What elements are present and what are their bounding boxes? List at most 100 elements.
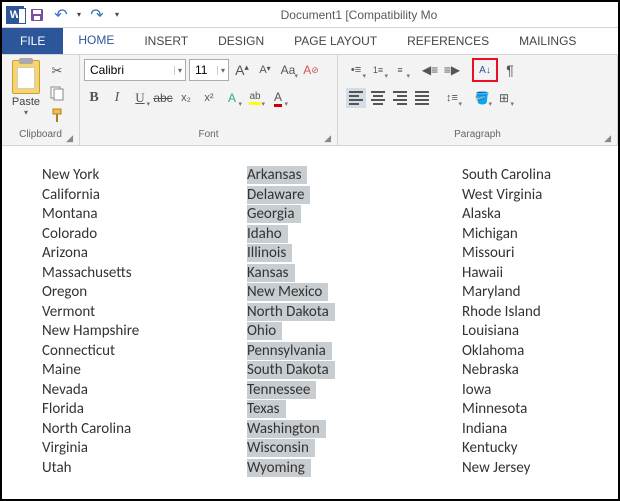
text-line[interactable]: Maryland	[462, 283, 551, 303]
text-line[interactable]: New York	[42, 166, 247, 186]
text-line[interactable]: Ohio	[247, 322, 462, 342]
show-hide-button[interactable]: ¶	[500, 60, 520, 80]
text-line[interactable]: Tennessee	[247, 381, 462, 401]
text-line[interactable]: Pennsylvania	[247, 342, 462, 362]
italic-button[interactable]: I	[107, 88, 127, 108]
text-line[interactable]: Wisconsin	[247, 439, 462, 459]
text-line[interactable]: North Dakota	[247, 303, 462, 323]
grow-font-button[interactable]: A▴	[232, 60, 252, 80]
text-line[interactable]: South Dakota	[247, 361, 462, 381]
borders-button[interactable]: ⊞▾	[494, 88, 514, 108]
tab-design[interactable]: DESIGN	[203, 28, 279, 54]
paste-button[interactable]: Paste ▾	[6, 58, 46, 117]
text-line[interactable]: Maine	[42, 361, 247, 381]
text-line[interactable]: Georgia	[247, 205, 462, 225]
launcher-icon[interactable]: ◢	[324, 133, 331, 144]
text-line[interactable]: Utah	[42, 459, 247, 479]
text-line[interactable]: North Carolina	[42, 420, 247, 440]
text-line[interactable]: Arkansas	[247, 166, 462, 186]
qat-customize-icon[interactable]: ▾	[110, 5, 124, 25]
text-line[interactable]: Montana	[42, 205, 247, 225]
text-line[interactable]: Virginia	[42, 439, 247, 459]
underline-button[interactable]: U▾	[130, 88, 150, 108]
text-line[interactable]: Michigan	[462, 225, 551, 245]
text-line[interactable]: Washington	[247, 420, 462, 440]
launcher-icon[interactable]: ◢	[66, 133, 73, 144]
text-line[interactable]: Hawaii	[462, 264, 551, 284]
text-line[interactable]: Illinois	[247, 244, 462, 264]
text-line[interactable]: Delaware	[247, 186, 462, 206]
text-line[interactable]: California	[42, 186, 247, 206]
bullets-button[interactable]: •≡▾	[346, 60, 366, 80]
increase-indent-button[interactable]: ≡▶	[442, 60, 462, 80]
text-line[interactable]: West Virginia	[462, 186, 551, 206]
font-name-combo[interactable]: Calibri▾	[84, 59, 186, 81]
text-line[interactable]: Texas	[247, 400, 462, 420]
text-line[interactable]: Connecticut	[42, 342, 247, 362]
align-left-button[interactable]	[346, 88, 366, 108]
text-line[interactable]: Massachusetts	[42, 264, 247, 284]
text-line[interactable]: Louisiana	[462, 322, 551, 342]
text-line[interactable]: Kansas	[247, 264, 462, 284]
tab-mailings[interactable]: MAILINGS	[504, 28, 591, 54]
text-line[interactable]: New Hampshire	[42, 322, 247, 342]
shading-button[interactable]: 🪣▾	[472, 88, 492, 108]
text-line[interactable]: Alaska	[462, 205, 551, 225]
text-line[interactable]: Oregon	[42, 283, 247, 303]
font-size-combo[interactable]: 11▾	[189, 59, 229, 81]
text-line[interactable]: Colorado	[42, 225, 247, 245]
undo-dropdown-icon[interactable]: ▾	[74, 5, 84, 25]
text-line[interactable]: Missouri	[462, 244, 551, 264]
format-painter-icon[interactable]	[48, 106, 66, 124]
cut-icon[interactable]: ✂	[48, 62, 66, 80]
subscript-button[interactable]: x₂	[176, 88, 196, 108]
justify-button[interactable]	[412, 88, 432, 108]
tab-page-layout[interactable]: PAGE LAYOUT	[279, 28, 392, 54]
text-effects-button[interactable]: A▾	[222, 88, 242, 108]
sort-button[interactable]: A↓	[472, 58, 498, 82]
text-line[interactable]: Nebraska	[462, 361, 551, 381]
group-label-paragraph: Paragraph◢	[342, 129, 613, 145]
decrease-indent-button[interactable]: ◀≡	[420, 60, 440, 80]
tab-references[interactable]: REFERENCES	[392, 28, 504, 54]
text-line[interactable]: Idaho	[247, 225, 462, 245]
text-line[interactable]: Florida	[42, 400, 247, 420]
undo-icon[interactable]: ↶	[50, 5, 72, 25]
text-line[interactable]: South Carolina	[462, 166, 551, 186]
text-line[interactable]: Oklahoma	[462, 342, 551, 362]
redo-icon[interactable]: ↷	[86, 5, 108, 25]
clear-formatting-button[interactable]: A⊘	[301, 60, 321, 80]
bold-button[interactable]: B	[84, 88, 104, 108]
line-spacing-button[interactable]: ↕≡▾	[442, 88, 462, 108]
text-line[interactable]: Nevada	[42, 381, 247, 401]
tab-insert[interactable]: INSERT	[129, 28, 203, 54]
copy-icon[interactable]	[48, 84, 66, 102]
strikethrough-button[interactable]: abc	[153, 88, 173, 108]
tab-home[interactable]: HOME	[63, 28, 129, 54]
document-body[interactable]: New YorkCaliforniaMontanaColoradoArizona…	[2, 146, 618, 488]
align-right-button[interactable]	[390, 88, 410, 108]
tab-file[interactable]: FILE	[2, 28, 63, 54]
shrink-font-button[interactable]: A▾	[255, 60, 275, 80]
text-line[interactable]: Arizona	[42, 244, 247, 264]
numbering-button[interactable]: 1≡▾	[368, 60, 388, 80]
text-line[interactable]: Kentucky	[462, 439, 551, 459]
save-icon[interactable]	[26, 5, 48, 25]
text-line[interactable]: Iowa	[462, 381, 551, 401]
change-case-button[interactable]: Aa▾	[278, 60, 298, 80]
superscript-button[interactable]: x²	[199, 88, 219, 108]
text-line[interactable]: Minnesota	[462, 400, 551, 420]
launcher-icon[interactable]: ◢	[604, 133, 611, 144]
align-center-button[interactable]	[368, 88, 388, 108]
text-line[interactable]: New Mexico	[247, 283, 462, 303]
text-line[interactable]: Wyoming	[247, 459, 462, 479]
word-app-icon[interactable]: W	[6, 6, 24, 24]
highlight-button[interactable]: ab▾	[245, 88, 265, 108]
text-line[interactable]: Vermont	[42, 303, 247, 323]
text-line[interactable]: New Jersey	[462, 459, 551, 479]
text-line[interactable]: Rhode Island	[462, 303, 551, 323]
multilevel-list-button[interactable]: ≡▾	[390, 60, 410, 80]
text-line[interactable]: Indiana	[462, 420, 551, 440]
ribbon-tabs: FILE HOME INSERT DESIGN PAGE LAYOUT REFE…	[2, 28, 618, 54]
font-color-button[interactable]: A▾	[268, 88, 288, 108]
